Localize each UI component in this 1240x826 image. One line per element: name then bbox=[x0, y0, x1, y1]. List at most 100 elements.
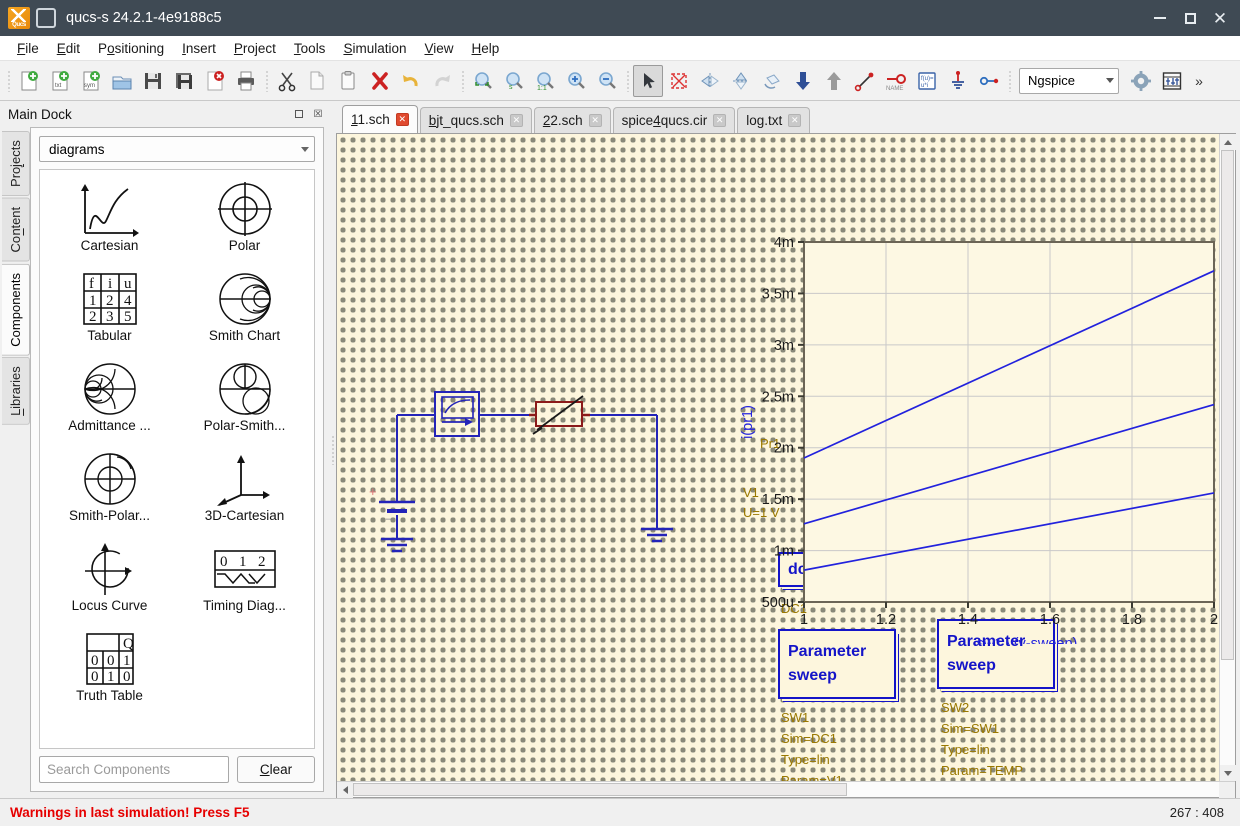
paste-icon[interactable] bbox=[334, 65, 364, 97]
undo-icon[interactable] bbox=[396, 65, 426, 97]
menu-project[interactable]: Project bbox=[225, 38, 285, 59]
component-label: Smith-Polar... bbox=[69, 508, 150, 523]
scroll-up-button[interactable] bbox=[1220, 134, 1236, 150]
menu-edit[interactable]: Edit bbox=[48, 38, 89, 59]
ground-icon[interactable] bbox=[943, 65, 973, 97]
dock-close-icon[interactable]: ☒ bbox=[310, 106, 326, 122]
minimize-button[interactable] bbox=[1146, 5, 1174, 31]
mirror-horizontal-icon[interactable] bbox=[695, 65, 725, 97]
menu-file[interactable]: File bbox=[8, 38, 48, 59]
simulator-select[interactable]: Ngspice bbox=[1019, 68, 1119, 94]
gear-icon[interactable] bbox=[1126, 65, 1156, 97]
sidebar-tab-content[interactable]: Content bbox=[2, 198, 30, 262]
close-icon[interactable]: ✕ bbox=[788, 114, 801, 127]
deactivate-icon[interactable] bbox=[664, 65, 694, 97]
x-tick-label: 1.6 bbox=[1040, 612, 1060, 628]
menu-view[interactable]: View bbox=[415, 38, 462, 59]
horizontal-scroll-track[interactable] bbox=[353, 782, 1219, 797]
component-cartesian[interactable]: Cartesian bbox=[42, 176, 177, 266]
select-arrow-icon[interactable] bbox=[633, 65, 663, 97]
component-admittance-smith[interactable]: Admittance ... bbox=[42, 356, 177, 446]
close-document-icon[interactable] bbox=[200, 65, 230, 97]
equation-icon[interactable]: f(u)=u*i bbox=[912, 65, 942, 97]
sweep1-name: SW1 bbox=[781, 707, 809, 728]
component-tabular[interactable]: f i u 1 2 4 2 3 5 bbox=[42, 266, 177, 356]
close-button[interactable]: ✕ bbox=[1206, 5, 1234, 31]
sidebar-tab-projects[interactable]: Projects bbox=[2, 131, 30, 196]
close-icon[interactable]: ✕ bbox=[396, 113, 409, 126]
zoom-select-icon[interactable]: s bbox=[499, 65, 529, 97]
vertical-scrollbar[interactable] bbox=[1219, 134, 1235, 781]
redo-icon[interactable] bbox=[427, 65, 457, 97]
clear-search-button[interactable]: Clear bbox=[237, 756, 315, 783]
component-label: Timing Diag... bbox=[203, 598, 286, 613]
menu-insert[interactable]: Insert bbox=[173, 38, 225, 59]
new-text-document-icon[interactable]: txt bbox=[45, 65, 75, 97]
tab-spice4qucs-cir[interactable]: spice4qucs.cir✕ bbox=[613, 107, 736, 133]
wire-label-icon[interactable]: NAME bbox=[881, 65, 911, 97]
new-document-icon[interactable] bbox=[14, 65, 44, 97]
zoom-fit-icon[interactable] bbox=[468, 65, 498, 97]
print-icon[interactable] bbox=[231, 65, 261, 97]
sidebar-tab-libraries[interactable]: Libraries bbox=[2, 357, 30, 425]
delete-icon[interactable] bbox=[365, 65, 395, 97]
component-smith-polar[interactable]: Smith-Polar... bbox=[42, 446, 177, 536]
component-smith-chart[interactable]: Smith Chart bbox=[177, 266, 312, 356]
component-locus-curve[interactable]: Locus Curve bbox=[42, 536, 177, 626]
insert-port-down-icon[interactable] bbox=[788, 65, 818, 97]
toolbar-overflow-button[interactable]: » bbox=[1188, 73, 1210, 89]
save-icon[interactable] bbox=[138, 65, 168, 97]
component-3d-cartesian[interactable]: 3D-Cartesian bbox=[177, 446, 312, 536]
rotate-icon[interactable] bbox=[757, 65, 787, 97]
cartesian-diagram[interactable]: 500u1m1.5m2m2.5m3m3.5m4m11.21.41.61.82sw… bbox=[732, 224, 1219, 644]
port-icon[interactable] bbox=[974, 65, 1004, 97]
close-icon[interactable]: ✕ bbox=[510, 114, 523, 127]
dock-float-icon[interactable] bbox=[291, 106, 307, 122]
horizontal-scroll-thumb[interactable] bbox=[353, 783, 847, 796]
svg-text:i: i bbox=[108, 276, 112, 292]
schematic-canvas[interactable]: + _ Pr1 TH1 R25=1000 BETA=4000 T0=25 bbox=[337, 134, 1219, 781]
maximize-button[interactable] bbox=[1176, 5, 1204, 31]
vertical-scroll-thumb[interactable] bbox=[1221, 150, 1234, 660]
status-message: Warnings in last simulation! Press F5 bbox=[10, 805, 1170, 820]
zoom-original-icon[interactable]: 1:1 bbox=[530, 65, 560, 97]
locus-curve-icon bbox=[79, 540, 141, 598]
menu-help[interactable]: Help bbox=[463, 38, 509, 59]
svg-text:u: u bbox=[124, 276, 132, 292]
close-icon[interactable]: ✕ bbox=[713, 114, 726, 127]
open-folder-icon[interactable] bbox=[107, 65, 137, 97]
ground-symbol bbox=[641, 529, 673, 541]
horizontal-scrollbar[interactable] bbox=[337, 781, 1235, 797]
insert-port-up-icon[interactable] bbox=[819, 65, 849, 97]
menu-tools[interactable]: Tools bbox=[285, 38, 335, 59]
component-polar-smith[interactable]: Polar-Smith... bbox=[177, 356, 312, 446]
close-icon[interactable]: ✕ bbox=[589, 114, 602, 127]
save-all-icon[interactable] bbox=[169, 65, 199, 97]
wire-icon[interactable] bbox=[850, 65, 880, 97]
polar-smith-icon bbox=[216, 360, 274, 418]
component-polar[interactable]: Polar bbox=[177, 176, 312, 266]
menu-positioning[interactable]: Positioning bbox=[89, 38, 173, 59]
component-truth-table[interactable]: Q001010 Truth Table bbox=[42, 626, 177, 716]
dock-body: Projects Content Components Libraries di… bbox=[0, 127, 330, 798]
component-timing-diagram[interactable]: 012 Timing Diag... bbox=[177, 536, 312, 626]
menu-simulation[interactable]: Simulation bbox=[334, 38, 415, 59]
sidebar-tab-components[interactable]: Components bbox=[2, 264, 30, 356]
tab-log-txt[interactable]: log.txt✕ bbox=[737, 107, 810, 133]
tab-22-sch[interactable]: 22.sch✕ bbox=[534, 107, 611, 133]
simulation-settings-icon[interactable] bbox=[1157, 65, 1187, 97]
mirror-vertical-icon[interactable] bbox=[726, 65, 756, 97]
tab-11-sch[interactable]: 11.sch✕ bbox=[342, 105, 418, 133]
copy-icon[interactable] bbox=[303, 65, 333, 97]
components-panel: diagrams Cartesian bbox=[30, 127, 324, 792]
search-components-input[interactable]: Search Components bbox=[39, 756, 229, 783]
zoom-out-icon[interactable] bbox=[592, 65, 622, 97]
zoom-in-icon[interactable] bbox=[561, 65, 591, 97]
new-symbol-icon[interactable]: sym bbox=[76, 65, 106, 97]
scroll-left-button[interactable] bbox=[337, 782, 353, 798]
tab-bjt-qucs-sch[interactable]: bjt_qucs.sch✕ bbox=[420, 107, 532, 133]
component-category-select[interactable]: diagrams bbox=[39, 136, 315, 162]
scroll-down-button[interactable] bbox=[1220, 765, 1236, 781]
vertical-scroll-track[interactable] bbox=[1220, 150, 1235, 765]
cut-icon[interactable] bbox=[272, 65, 302, 97]
